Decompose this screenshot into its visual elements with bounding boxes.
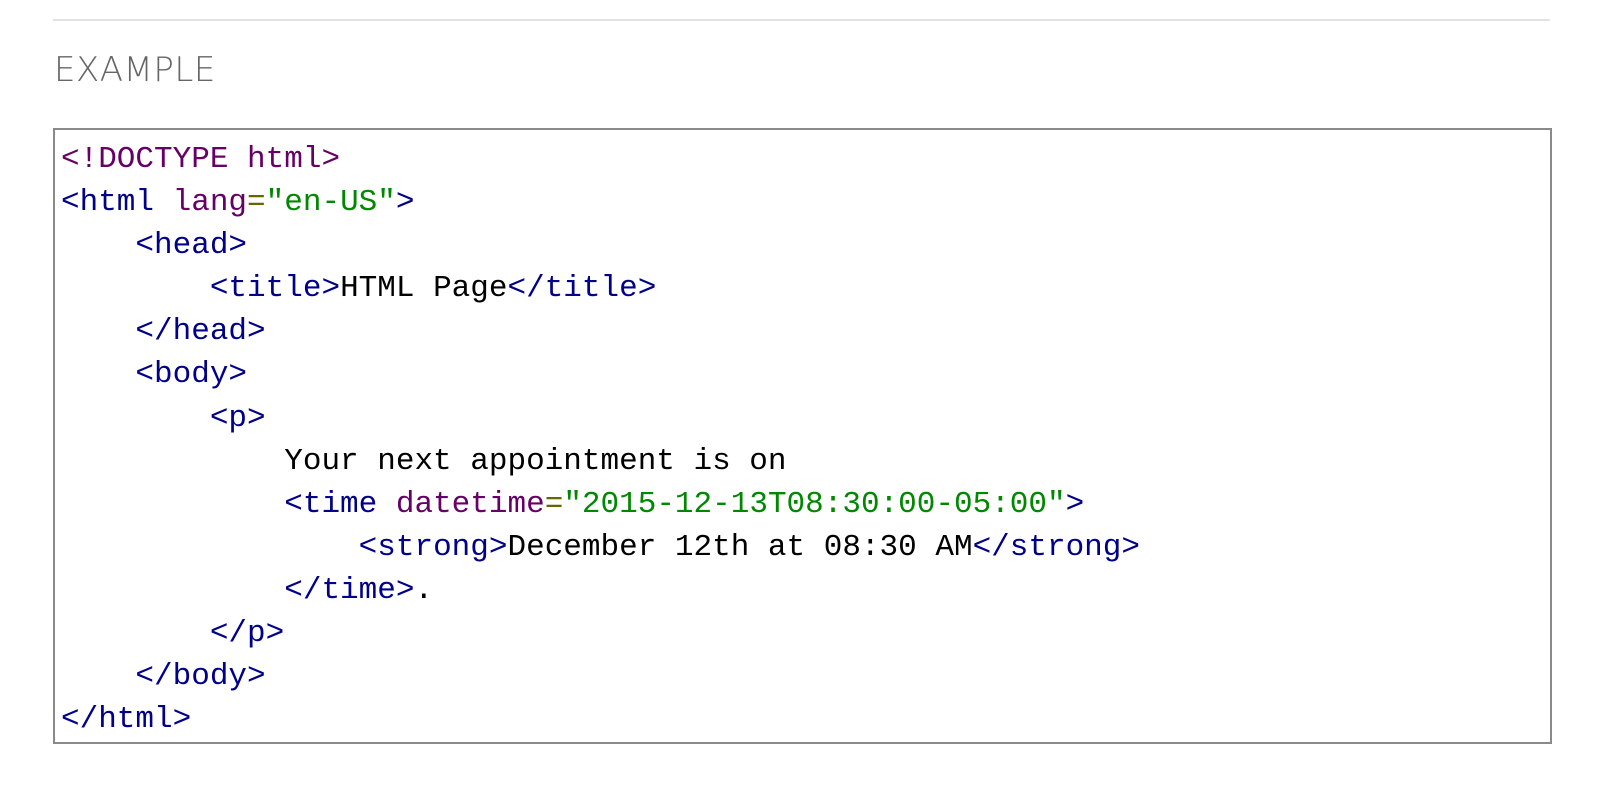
code-token-pln: December 12th at 08:30 AM: [507, 529, 973, 565]
code-token-tag: </strong>: [972, 529, 1140, 565]
section-heading: EXAMPLE: [54, 50, 216, 90]
code-line: <!DOCTYPE html>: [61, 138, 1550, 181]
code-token-pln: [61, 659, 135, 694]
code-line: <p>: [61, 397, 1550, 440]
code-line: <time datetime="2015-12-13T08:30:00-05:0…: [61, 483, 1550, 526]
code-line: <html lang="en-US">: [61, 181, 1550, 224]
code-token-tag: </title>: [507, 271, 657, 307]
code-token-pln: [61, 357, 135, 392]
code-token-atn: datetime: [395, 486, 545, 522]
code-token-tag: </head>: [135, 314, 266, 350]
code-token-pln: HTML Page: [340, 271, 508, 307]
code-token-tag: </time>: [284, 572, 415, 608]
code-token-tag: </body>: [135, 659, 266, 695]
code-line: <title>HTML Page</title>: [61, 267, 1550, 310]
code-token-pln: [154, 185, 173, 220]
code-token-pln: [61, 314, 135, 349]
code-token-pln: [61, 271, 210, 306]
code-token-pln: [61, 530, 359, 565]
code-token-pun: =: [544, 486, 564, 522]
code-line: <strong>December 12th at 08:30 AM</stron…: [61, 526, 1550, 569]
code-token-pln: [61, 228, 135, 263]
code-token-pln: [377, 487, 396, 522]
code-token-tag: </html>: [61, 702, 192, 738]
code-token-pun: =: [247, 185, 266, 221]
code-token-pln: [61, 487, 284, 522]
code-line: Your next appointment is on: [61, 440, 1550, 483]
code-token-pln: [61, 573, 284, 608]
code-token-str: "en-US": [265, 185, 396, 221]
code-line: </head>: [61, 310, 1550, 353]
code-token-tag: </p>: [209, 616, 285, 652]
code-token-atn: lang: [172, 185, 248, 221]
code-token-tag: <strong>: [358, 529, 508, 565]
code-token-tag: <p>: [209, 400, 266, 436]
code-token-pln: Your next appointment is on: [61, 443, 787, 479]
code-token-dec: <!DOCTYPE html>: [61, 142, 341, 177]
code-line: <body>: [61, 353, 1550, 396]
code-token-pln: .: [414, 572, 434, 608]
code-token-tag: <head>: [135, 228, 248, 264]
code-token-pln: [61, 616, 210, 651]
code-block: <!DOCTYPE html> <html lang="en-US"> <head…: [55, 130, 1550, 741]
code-example-box: <!DOCTYPE html> <html lang="en-US"> <head…: [53, 128, 1552, 744]
code-line: </p>: [61, 612, 1550, 655]
code-token-str: "2015-12-13T08:30:00-05:00": [563, 486, 1066, 522]
code-token-tag: <html: [61, 185, 155, 221]
code-line: </time>.: [61, 569, 1550, 612]
code-token-tag: >: [1065, 486, 1085, 522]
code-line: </body>: [61, 655, 1550, 698]
section-divider: [53, 19, 1550, 21]
code-token-tag: <title>: [209, 271, 341, 307]
code-token-tag: <body>: [135, 357, 248, 393]
code-token-pln: [61, 401, 210, 436]
code-line: </html>: [61, 698, 1550, 741]
code-token-tag: <time: [284, 486, 378, 522]
code-line: <head>: [61, 224, 1550, 267]
code-token-tag: >: [395, 185, 415, 221]
